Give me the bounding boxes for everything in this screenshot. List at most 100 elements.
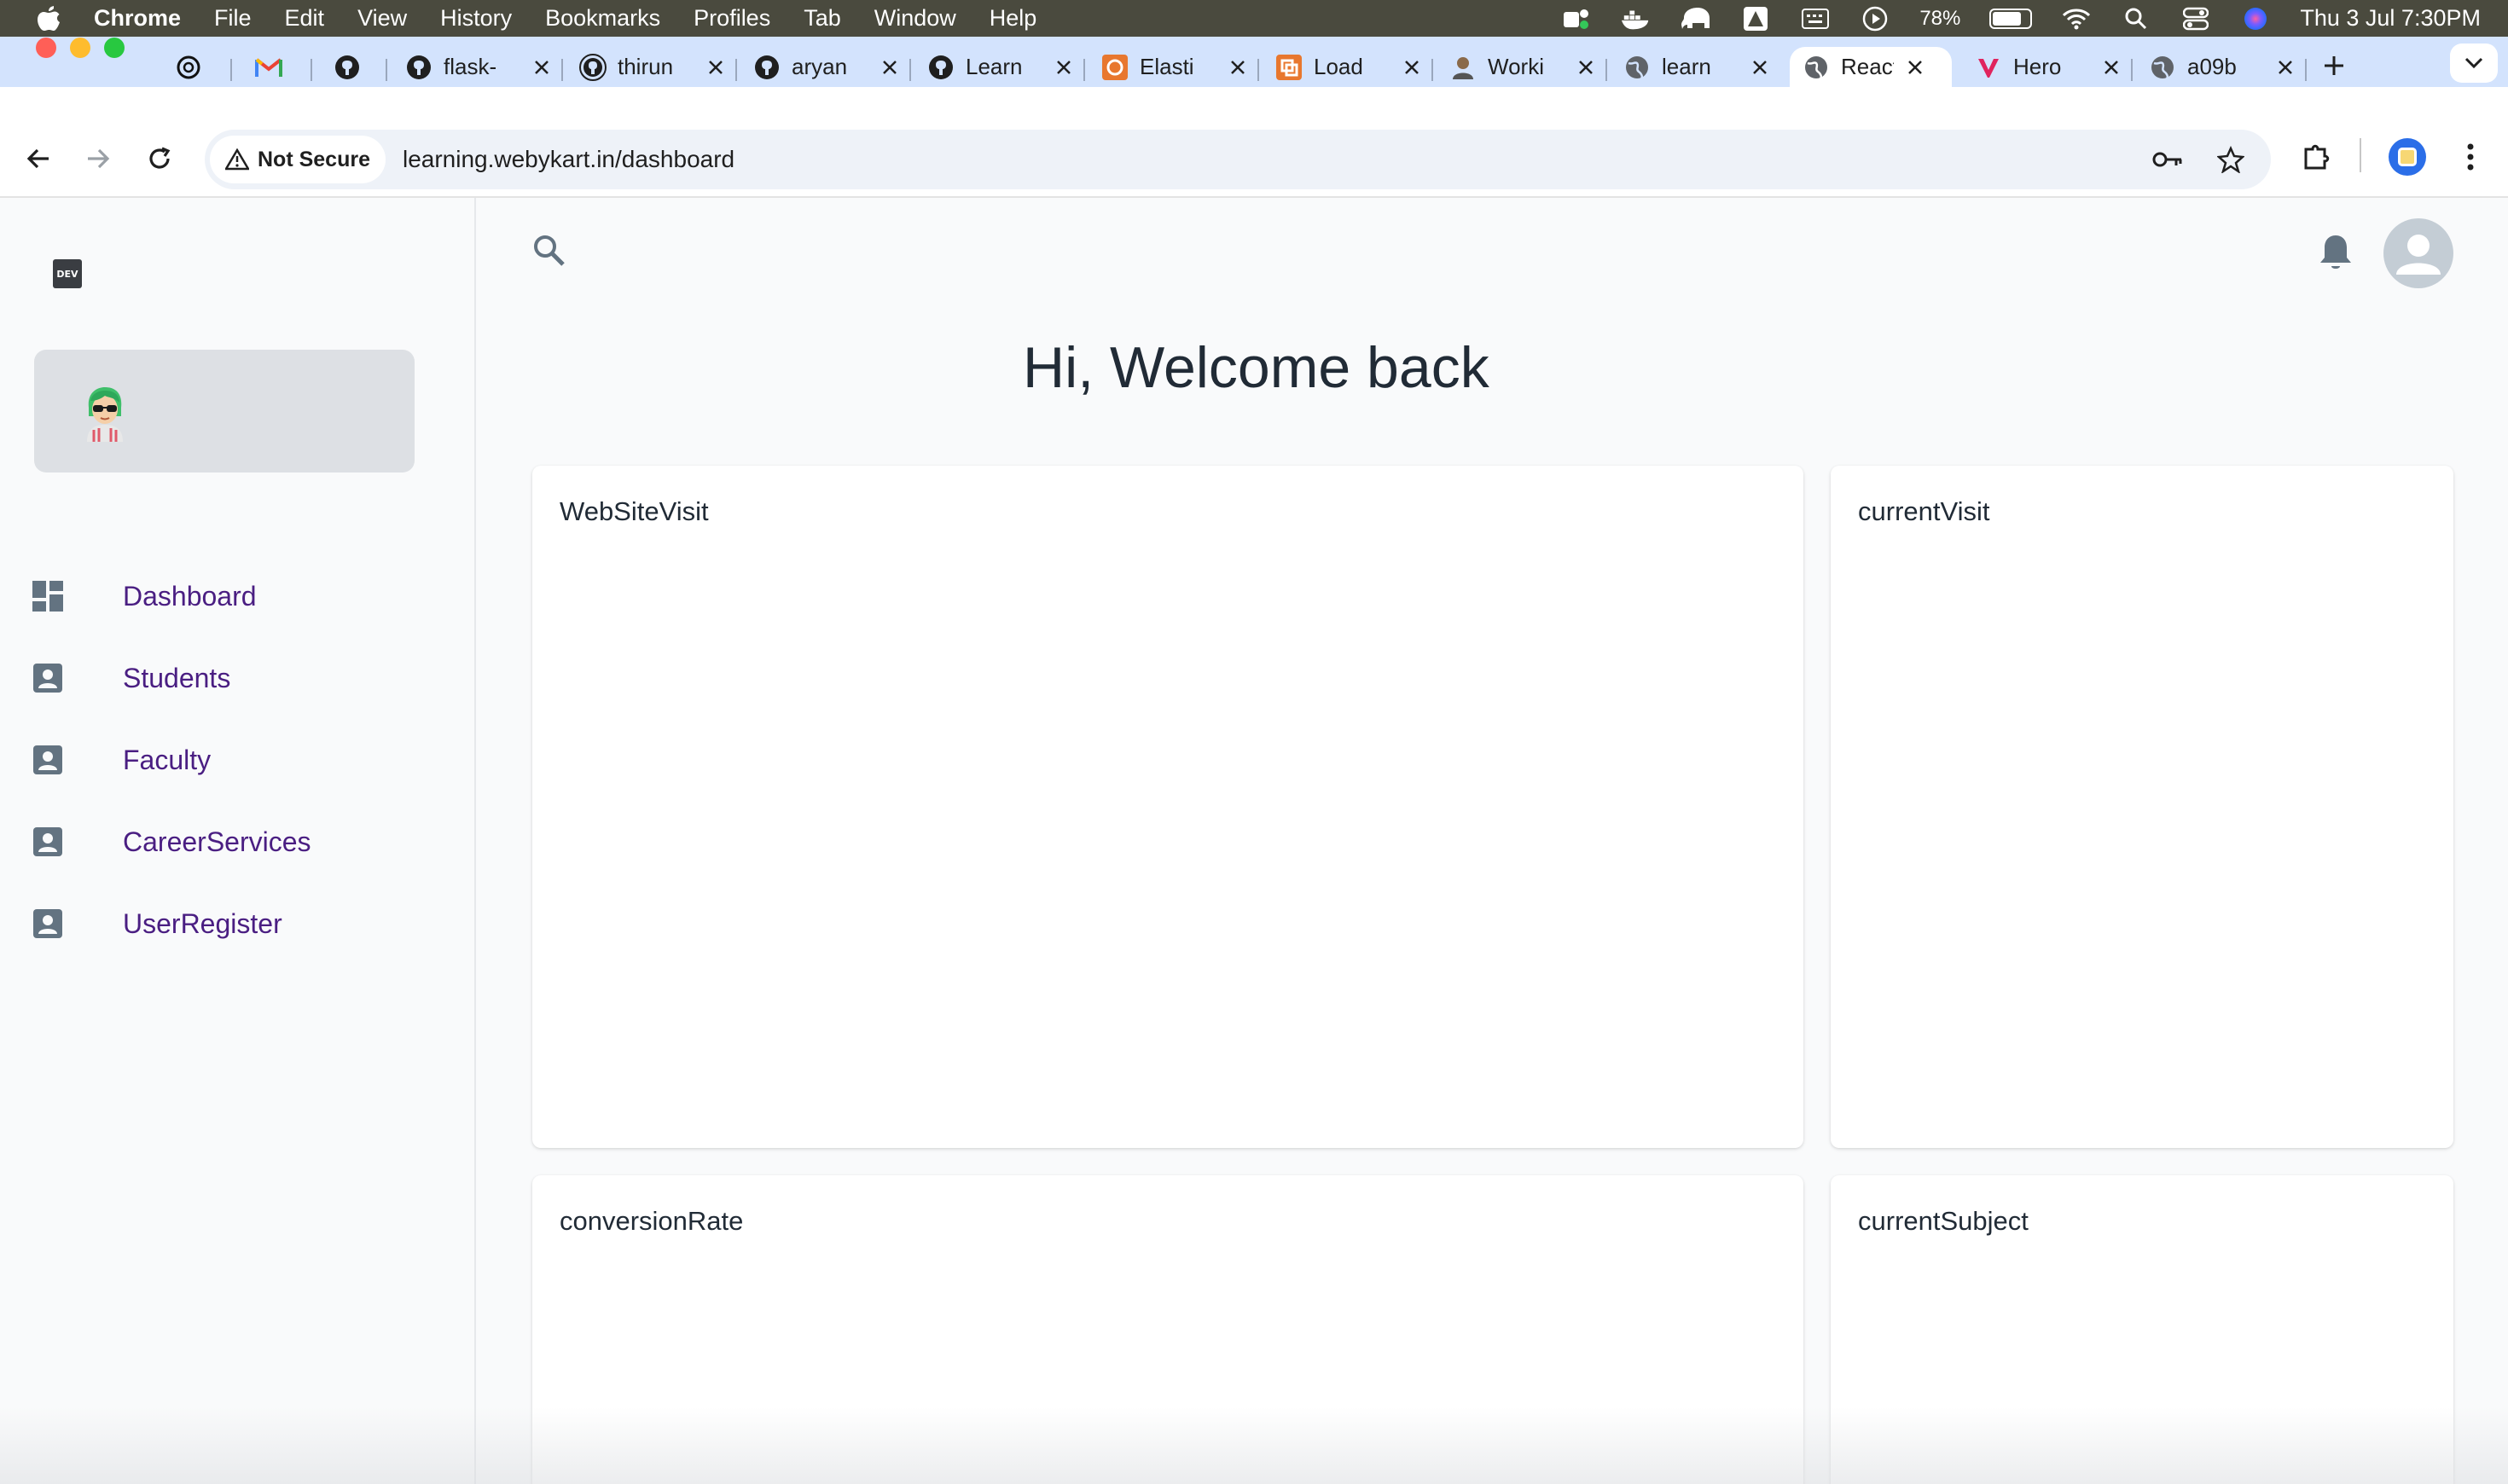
close-icon[interactable] <box>1399 55 1425 80</box>
sidebar-item-label: Faculty <box>123 744 212 775</box>
tab-react-active[interactable]: React <box>1790 47 1952 87</box>
new-tab-button[interactable] <box>2317 49 2351 83</box>
menu-profiles[interactable]: Profiles <box>694 5 770 32</box>
keyboard-input-icon[interactable] <box>1800 6 1831 32</box>
user-avatar[interactable] <box>2383 218 2453 288</box>
person-icon <box>1448 53 1478 82</box>
spotlight-search-icon[interactable] <box>2121 6 2151 32</box>
bookmark-star-icon[interactable] <box>2211 140 2250 179</box>
profile-avatar-icon <box>2398 148 2417 166</box>
close-icon[interactable] <box>2099 55 2124 80</box>
url-text[interactable]: learning.webykart.in/dashboard <box>403 146 734 173</box>
tab-learn[interactable]: learn <box>1623 47 1773 87</box>
tab-search-button[interactable] <box>2450 43 2498 83</box>
control-center-icon[interactable] <box>2180 6 2211 32</box>
close-icon[interactable] <box>2273 55 2298 80</box>
tab-label: Worki <box>1488 54 1544 79</box>
sidebar-item-careerservices[interactable]: CareerServices <box>31 812 440 872</box>
menu-view[interactable]: View <box>357 5 407 32</box>
card-title: WebSiteVisit <box>560 496 709 526</box>
apple-icon[interactable] <box>34 4 63 33</box>
chrome-menu-button[interactable] <box>2453 138 2488 176</box>
tab-learn-github[interactable]: Learn <box>926 47 1077 87</box>
contact-icon <box>31 661 65 695</box>
elephant-icon[interactable] <box>1681 6 1711 32</box>
github-icon <box>333 53 362 82</box>
minimize-window-button[interactable] <box>70 38 90 58</box>
card-title: conversionRate <box>560 1206 744 1236</box>
close-icon[interactable] <box>1747 55 1773 80</box>
sidebar-item-dashboard[interactable]: Dashboard <box>31 566 440 626</box>
atlassian-icon[interactable] <box>1740 6 1771 32</box>
close-icon[interactable] <box>529 55 554 80</box>
close-icon[interactable] <box>1902 55 1928 80</box>
tab-label: a09b <box>2187 54 2237 79</box>
notification-bell-icon[interactable] <box>2317 232 2358 276</box>
tab-label: Hero <box>2013 54 2062 79</box>
zoom-window-button[interactable] <box>104 38 125 58</box>
battery-percent: 78% <box>1919 6 1961 30</box>
menu-window[interactable]: Window <box>874 5 956 32</box>
github-icon <box>404 53 433 82</box>
menu-tab[interactable]: Tab <box>804 5 841 32</box>
menu-datetime[interactable]: Thu 3 Jul 7:30PM <box>2300 5 2481 32</box>
security-indicator[interactable]: Not Secure <box>210 136 386 183</box>
sidebar: DEV Dashboard Students Faculty CareerSer… <box>0 198 476 1484</box>
conversion-rate-card: conversionRate <box>532 1175 1803 1484</box>
sidebar-item-label: Students <box>123 662 231 693</box>
contact-icon <box>31 907 65 941</box>
close-icon[interactable] <box>1225 55 1251 80</box>
tab-thirun[interactable]: thirun <box>578 47 729 87</box>
sidebar-item-students[interactable]: Students <box>31 648 440 708</box>
sidebar-item-faculty[interactable]: Faculty <box>31 730 440 790</box>
reload-button[interactable] <box>138 137 181 180</box>
github-icon <box>578 53 607 82</box>
play-circle-icon[interactable] <box>1860 6 1890 32</box>
menu-history[interactable]: History <box>440 5 512 32</box>
tab-divider <box>386 59 387 81</box>
password-key-icon[interactable] <box>2148 140 2187 179</box>
tab-hero[interactable]: Hero <box>1974 47 2124 87</box>
extensions-puzzle-icon[interactable] <box>2296 135 2339 177</box>
close-icon[interactable] <box>1573 55 1599 80</box>
tab-openai[interactable] <box>174 47 213 87</box>
tab-a09b[interactable]: a09b <box>2148 47 2298 87</box>
menu-app-name[interactable]: Chrome <box>94 5 181 32</box>
tab-divider <box>909 59 911 81</box>
close-icon[interactable] <box>703 55 729 80</box>
search-icon[interactable] <box>531 232 572 273</box>
close-icon[interactable] <box>877 55 903 80</box>
contact-icon <box>31 825 65 859</box>
wifi-icon[interactable] <box>2061 6 2092 32</box>
dashboard-icon <box>31 579 65 613</box>
address-bar[interactable]: Not Secure learning.webykart.in/dashboar… <box>205 130 2271 189</box>
back-button[interactable] <box>17 137 60 180</box>
forward-button[interactable] <box>77 137 119 180</box>
tab-github[interactable] <box>333 47 372 87</box>
warning-icon <box>225 148 249 171</box>
siri-icon[interactable] <box>2240 6 2271 32</box>
menu-help[interactable]: Help <box>990 5 1037 32</box>
tab-label: Elasti <box>1140 54 1194 79</box>
profile-button[interactable] <box>2389 138 2426 176</box>
close-icon[interactable] <box>1051 55 1077 80</box>
contact-icon <box>31 743 65 777</box>
tab-flask[interactable]: flask- <box>404 47 554 87</box>
dev-logo[interactable]: DEV <box>53 259 82 288</box>
docker-icon[interactable] <box>1621 6 1652 32</box>
menu-file[interactable]: File <box>214 5 252 32</box>
tab-elastic[interactable]: Elasti <box>1100 47 1251 87</box>
sidebar-item-userregister[interactable]: UserRegister <box>31 894 440 954</box>
tab-gmail[interactable] <box>254 47 293 87</box>
tab-aryan[interactable]: aryan <box>752 47 903 87</box>
menu-edit[interactable]: Edit <box>285 5 325 32</box>
close-window-button[interactable] <box>36 38 56 58</box>
teams-icon[interactable] <box>1561 6 1592 32</box>
tab-load[interactable]: Load <box>1274 47 1425 87</box>
battery-icon[interactable] <box>1989 8 2033 29</box>
account-card[interactable] <box>34 350 415 472</box>
menu-bookmarks[interactable]: Bookmarks <box>545 5 660 32</box>
tab-label: aryan <box>792 54 848 79</box>
tab-working[interactable]: Worki <box>1448 47 1599 87</box>
tab-label: React <box>1841 54 1894 79</box>
